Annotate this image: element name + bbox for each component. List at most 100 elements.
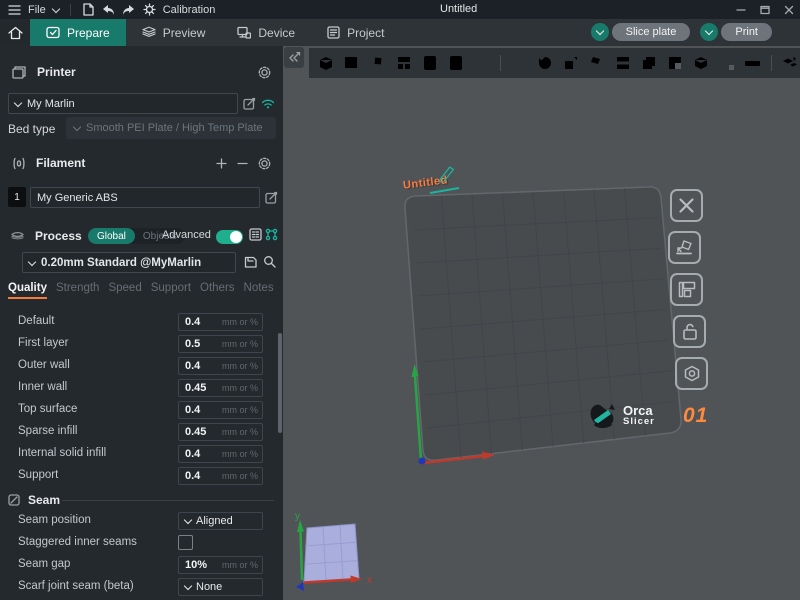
delete-all-button[interactable]	[670, 189, 703, 222]
advanced-toggle[interactable]	[216, 230, 243, 244]
slice-options-chevron[interactable]	[591, 23, 609, 41]
build-plate-canvas[interactable]: y x	[283, 46, 800, 600]
param-input-default[interactable]: 0.4mm or %	[178, 313, 263, 331]
remove-filament-icon[interactable]	[237, 158, 248, 169]
printer-section-title: Printer	[37, 65, 76, 79]
tab-label: Preview	[163, 26, 206, 40]
seam-section-title: Seam	[28, 493, 60, 507]
process-layers-icon	[10, 230, 25, 242]
param-tab-bar: Quality Strength Speed Support Others No…	[8, 282, 274, 299]
param-input-first-layer[interactable]: 0.5mm or %	[178, 335, 263, 353]
title-bar: File Calibration Untitled	[0, 0, 800, 19]
mini-navigator: y x	[295, 511, 372, 591]
filament-settings-gear-icon[interactable]	[258, 157, 271, 170]
plate-settings-button[interactable]	[675, 357, 708, 390]
parameter-list-icon[interactable]	[249, 228, 262, 241]
orca-whale-icon	[588, 401, 618, 431]
preview-layers-icon	[142, 26, 156, 39]
maximize-button[interactable]	[760, 5, 770, 15]
close-button[interactable]	[784, 5, 794, 15]
printer-settings-gear-icon[interactable]	[258, 66, 271, 79]
seam-icon	[8, 494, 20, 506]
slice-plate-split-button: Slice plate	[591, 23, 691, 41]
window-title: Untitled	[440, 3, 477, 15]
prepare-icon	[46, 26, 60, 39]
tab-label: Prepare	[67, 26, 110, 40]
calibration-gear-icon[interactable]	[143, 3, 156, 16]
process-preset-value: 0.20mm Standard @MyMarlin	[41, 257, 201, 269]
seam-gap-input[interactable]: 10%mm or %	[178, 556, 263, 574]
slice-plate-button[interactable]: Slice plate	[612, 23, 691, 41]
seam-position-select[interactable]: Aligned	[178, 512, 263, 530]
logo-text-slicer: Slicer	[623, 417, 655, 427]
advanced-label: Advanced	[162, 229, 211, 241]
search-icon[interactable]	[263, 255, 276, 268]
tab-device[interactable]: Device	[221, 19, 311, 46]
param-input-support[interactable]: 0.4mm or %	[178, 467, 263, 485]
project-icon	[327, 26, 340, 39]
bed-type-label: Bed type	[8, 122, 55, 136]
tab-speed[interactable]: Speed	[108, 282, 141, 299]
process-section-title: Process	[35, 229, 82, 243]
device-icon	[237, 26, 251, 39]
scope-global-pill[interactable]: Global	[88, 228, 135, 244]
calibration-menu[interactable]: Calibration	[163, 4, 216, 16]
hamburger-menu-icon[interactable]	[8, 5, 21, 15]
param-input-outer-wall[interactable]: 0.4mm or %	[178, 357, 263, 375]
save-icon[interactable]	[82, 3, 94, 16]
tab-strength[interactable]: Strength	[56, 282, 99, 299]
print-split-button: Print	[700, 23, 772, 41]
orcaslicer-logo: Orca Slicer	[588, 401, 655, 431]
redo-icon[interactable]	[122, 4, 136, 16]
process-preset-select[interactable]: 0.20mm Standard @MyMarlin	[22, 252, 236, 273]
tab-label: Device	[258, 26, 295, 40]
sidebar-panel: Printer My Marlin Bed type Smooth PEI Pl…	[0, 46, 283, 600]
sidebar-scrollbar[interactable]	[278, 333, 282, 433]
rename-plate-pencil-icon[interactable]	[434, 163, 457, 182]
chevron-down-icon	[14, 98, 22, 106]
file-menu-chevron-icon[interactable]	[51, 4, 59, 12]
arrange-plate-button[interactable]	[670, 273, 703, 306]
edit-printer-icon[interactable]	[243, 97, 256, 110]
print-button[interactable]: Print	[721, 23, 772, 41]
filament-index-badge: 1	[8, 187, 26, 207]
tab-project[interactable]: Project	[311, 19, 400, 46]
titlebar-divider	[70, 4, 71, 16]
scarf-joint-seam-select[interactable]: None	[178, 578, 263, 596]
tab-prepare[interactable]: Prepare	[30, 19, 126, 46]
minimize-button[interactable]	[736, 5, 746, 15]
printer-preset-select[interactable]: My Marlin	[8, 93, 238, 114]
staggered-seams-checkbox[interactable]	[178, 535, 193, 550]
filament-preset-select[interactable]: My Generic ABS	[30, 187, 260, 208]
tab-preview[interactable]: Preview	[126, 19, 222, 46]
wifi-connection-icon[interactable]	[261, 98, 275, 109]
y-axis-label: y	[295, 511, 300, 522]
undo-icon[interactable]	[101, 4, 115, 16]
seam-position-label: Seam position	[18, 514, 91, 526]
chevron-down-icon	[28, 257, 36, 265]
param-input-inner-wall[interactable]: 0.45mm or %	[178, 379, 263, 397]
tab-notes[interactable]: Notes	[244, 282, 274, 299]
seam-gap-label: Seam gap	[18, 558, 70, 570]
filament-preset-value: My Generic ABS	[37, 192, 118, 204]
chevron-down-icon	[73, 123, 81, 131]
tab-others[interactable]: Others	[200, 282, 235, 299]
edit-filament-icon[interactable]	[265, 191, 278, 204]
param-input-sparse-infill[interactable]: 0.45mm or %	[178, 423, 263, 441]
parameter-flow-icon[interactable]	[265, 228, 278, 241]
save-preset-icon[interactable]	[244, 255, 257, 268]
param-input-top-surface[interactable]: 0.4mm or %	[178, 401, 263, 419]
tab-support[interactable]: Support	[151, 282, 191, 299]
bed-type-select[interactable]: Smooth PEI Plate / High Temp Plate	[66, 117, 276, 139]
filament-section-header: Filament	[0, 151, 283, 175]
tab-quality[interactable]: Quality	[8, 282, 47, 299]
add-filament-icon[interactable]	[216, 158, 227, 169]
home-button[interactable]	[0, 19, 30, 46]
print-options-chevron[interactable]	[700, 23, 718, 41]
lock-plate-button[interactable]	[673, 315, 706, 348]
file-menu[interactable]: File	[28, 4, 46, 16]
viewport-3d[interactable]: y x Untitled Orca Slicer 01	[283, 46, 800, 600]
scarf-joint-seam-label: Scarf joint seam (beta)	[18, 580, 134, 592]
param-input-internal-solid-infill[interactable]: 0.4mm or %	[178, 445, 263, 463]
auto-orient-plate-button[interactable]	[668, 231, 701, 264]
